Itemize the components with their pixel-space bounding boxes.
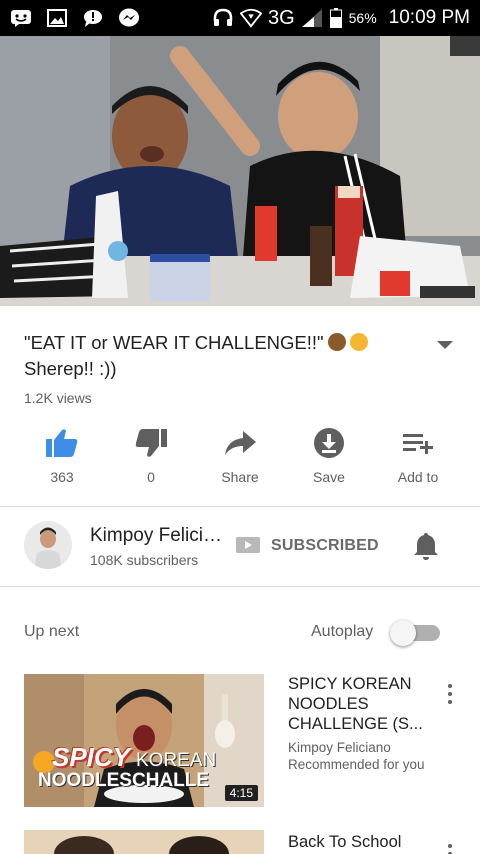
save-label: Save: [313, 469, 345, 485]
dislike-count: 0: [147, 469, 155, 485]
channel-avatar[interactable]: [24, 521, 72, 569]
more-options-button[interactable]: [446, 684, 454, 708]
video-thumbnail[interactable]: SPICY KOREAN NOODLESCHALLE 4:15: [24, 674, 264, 807]
bell-icon: [414, 533, 438, 560]
playlist-add-icon: [400, 425, 436, 461]
clock: 10:09 PM: [388, 7, 470, 28]
up-next-label: Up next: [24, 623, 80, 640]
chevron-down-icon: [437, 341, 453, 349]
like-count: 363: [50, 469, 74, 485]
toggle-knob: [390, 620, 416, 646]
share-button[interactable]: Share: [200, 425, 280, 489]
up-next-item[interactable]: SPICY KOREAN NOODLESCHALLE 4:15 SPICY KO…: [24, 674, 464, 809]
video-actions: 363 0 Share Save Add to: [22, 425, 458, 489]
more-options-button[interactable]: [446, 844, 454, 854]
video-title: "EAT IT or WEAR IT CHALLENGE!!" Sherep!!…: [24, 330, 394, 382]
messenger-face-icon: [10, 8, 32, 28]
item-channel: Kimpoy Feliciano: [288, 740, 391, 755]
add-to-label: Add to: [397, 469, 439, 485]
expand-description-button[interactable]: [434, 338, 456, 352]
subscribe-button[interactable]: SUBSCRIBED: [271, 537, 379, 555]
battery-percent: 56%: [348, 10, 377, 26]
subscriber-count: 108K subscribers: [90, 552, 199, 568]
autoplay-toggle[interactable]: [390, 620, 442, 646]
chat-alert-icon: [82, 8, 104, 28]
network-type: 3G: [267, 6, 295, 29]
add-to-button[interactable]: Add to: [378, 425, 458, 489]
divider: [0, 586, 480, 587]
save-button[interactable]: Save: [289, 425, 369, 489]
video-player[interactable]: [0, 36, 480, 306]
item-title[interactable]: SPICY KOREAN NOODLES CHALLENGE (S...: [288, 674, 428, 734]
like-button[interactable]: 363: [22, 425, 102, 489]
thumbs-up-icon: [44, 425, 80, 461]
status-bar: 3G 56% 10:09 PM: [0, 0, 480, 36]
autoplay-label: Autoplay: [311, 623, 374, 640]
laughing-emoji: [349, 333, 368, 351]
channel-name[interactable]: Kimpoy Feliciano: [90, 525, 226, 547]
video-title-row: "EAT IT or WEAR IT CHALLENGE!!" Sherep!!…: [24, 330, 464, 382]
thumbnail-caption-1: SPICY: [52, 742, 131, 772]
image-icon: [46, 8, 68, 28]
share-icon: [222, 425, 258, 461]
download-icon: [311, 425, 347, 461]
view-count: 1.2K views: [24, 390, 92, 406]
video-frame-image: [0, 36, 480, 306]
channel-row: Kimpoy Feliciano 108K subscribers SUBSCR…: [0, 507, 480, 585]
video-thumbnail[interactable]: [24, 830, 264, 854]
thumbnail-caption-3: NOODLESCHALLE: [38, 770, 209, 791]
subscribed-icon: [236, 537, 260, 553]
headset-icon: [212, 8, 234, 28]
wifi-download-icon: [239, 8, 262, 28]
thumbnail-image: [24, 830, 264, 854]
avatar-image: [24, 521, 72, 569]
messenger-bolt-icon: [118, 8, 140, 28]
notification-bell-button[interactable]: [412, 531, 440, 561]
thumbnail-caption-2: KOREAN: [136, 750, 217, 771]
share-label: Share: [221, 469, 259, 485]
signal-icon: [301, 8, 323, 28]
battery-icon: [329, 8, 343, 28]
see-no-evil-monkey-emoji: [327, 333, 346, 351]
thumbs-down-icon: [133, 425, 169, 461]
item-reason: Recommended for you: [288, 757, 425, 772]
video-duration: 4:15: [224, 785, 258, 801]
item-title[interactable]: Back To School: [288, 832, 428, 852]
dislike-button[interactable]: 0: [111, 425, 191, 489]
up-next-item[interactable]: Back To School: [24, 830, 464, 854]
